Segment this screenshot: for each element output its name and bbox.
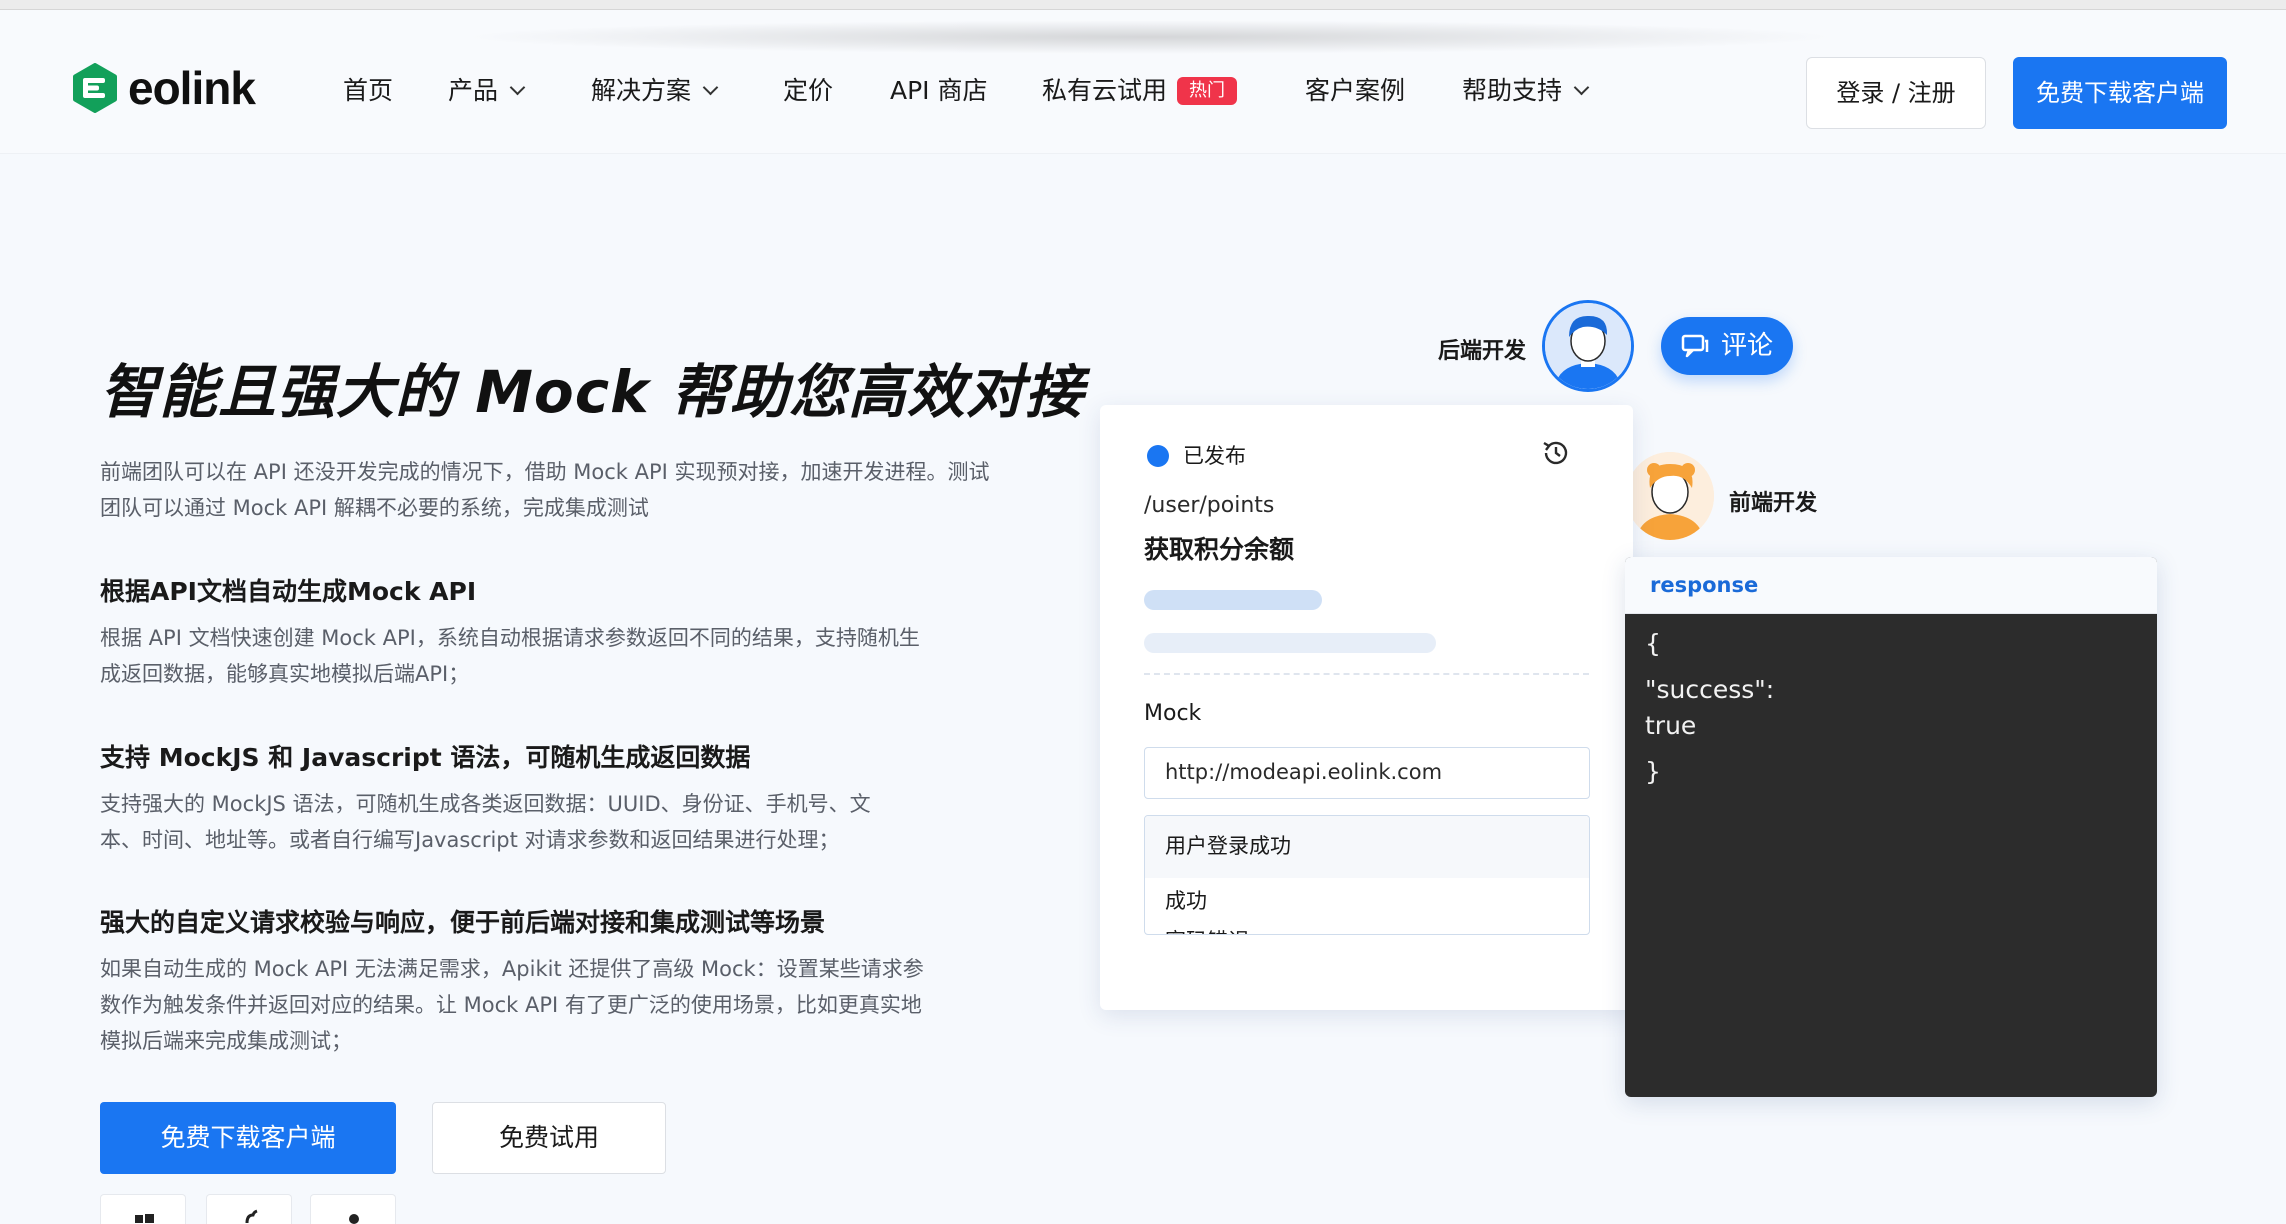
nav-home[interactable]: 首页 <box>343 66 393 116</box>
api-path: /user/points <box>1144 493 1275 518</box>
response-body: { "success": true } <box>1625 614 2157 802</box>
nav-api-store-label: API 商店 <box>890 76 988 105</box>
nav-private-cloud-label: 私有云试用 <box>1042 76 1168 105</box>
code-line: true <box>1645 711 1697 740</box>
api-name: 获取积分余额 <box>1144 535 1295 564</box>
code-line: "success": <box>1645 675 1775 704</box>
response-header: response <box>1625 557 2157 614</box>
mock-label: Mock <box>1144 701 1202 726</box>
hero-title: 智能且强大的 Mock 帮助您高效对接 <box>100 358 1084 426</box>
feature-desc-1: 根据 API 文档快速创建 Mock API，系统自动根据请求参数返回不同的结果… <box>100 626 920 686</box>
api-card: 已发布 /user/points 获取积分余额 Mock http://mode… <box>1100 405 1633 1010</box>
status-dot <box>1147 445 1169 467</box>
backend-avatar <box>1542 300 1634 392</box>
frontend-avatar <box>1626 452 1714 540</box>
status-text: 已发布 <box>1183 444 1246 468</box>
browser-top-edge <box>0 0 2286 10</box>
comment-label: 评论 <box>1720 331 1773 361</box>
download-client-button[interactable]: 免费下载客户端 <box>2013 57 2227 129</box>
nav-cases-label: 客户案例 <box>1305 76 1406 105</box>
code-line: { <box>1645 629 1661 658</box>
placeholder-bar <box>1144 590 1322 610</box>
site-header: eolink 首页 产品 解决方案 定价 API 商店 私有云试用 热门 客户案例… <box>0 10 2286 154</box>
divider <box>1144 673 1589 675</box>
nav-cases[interactable]: 客户案例 <box>1305 66 1405 116</box>
nav-help-label: 帮助支持 <box>1462 76 1563 105</box>
mock-option-success[interactable]: 成功 <box>1145 878 1589 924</box>
mock-option-password-error[interactable]: 密码错误 <box>1145 924 1589 934</box>
nav-products[interactable]: 产品 <box>448 66 526 116</box>
nav-pricing[interactable]: 定价 <box>783 66 833 116</box>
header-shadow <box>460 20 1840 54</box>
chevron-down-icon <box>1573 79 1590 96</box>
nav-pricing-label: 定价 <box>783 76 834 105</box>
cta-free-trial-button[interactable]: 免费试用 <box>432 1102 666 1174</box>
eolink-logo-icon <box>70 63 120 113</box>
nav-api-store[interactable]: API 商店 <box>890 66 988 116</box>
frontend-dev-label: 前端开发 <box>1729 491 1818 516</box>
comment-button[interactable]: 评论 <box>1661 317 1793 375</box>
placeholder-bar <box>1144 633 1436 653</box>
mock-url-field[interactable]: http://modeapi.eolink.com <box>1144 747 1590 799</box>
nav-products-label: 产品 <box>448 76 499 105</box>
nav-solutions[interactable]: 解决方案 <box>591 66 719 116</box>
feature-title-3: 强大的自定义请求校验与响应，便于前后端对接和集成测试等场景 <box>100 908 826 937</box>
logo-text: eolink <box>128 62 256 114</box>
mock-options-list: 用户登录成功 成功 密码错误 <box>1144 815 1590 935</box>
mock-option-user-login[interactable]: 用户登录成功 <box>1145 816 1589 878</box>
linux-icon[interactable] <box>310 1194 396 1224</box>
hot-badge: 热门 <box>1177 77 1238 105</box>
nav-home-label: 首页 <box>343 76 394 105</box>
history-icon[interactable] <box>1540 437 1572 473</box>
nav-help[interactable]: 帮助支持 <box>1462 66 1590 116</box>
response-panel: response { "success": true } <box>1625 557 2157 1097</box>
windows-icon[interactable] <box>100 1194 186 1224</box>
apple-icon[interactable] <box>206 1194 292 1224</box>
chevron-down-icon <box>509 79 526 96</box>
cta-download-button[interactable]: 免费下载客户端 <box>100 1102 396 1174</box>
feature-desc-2: 支持强大的 MockJS 语法，可随机生成各类返回数据：UUID、身份证、手机号… <box>100 792 871 852</box>
comment-icon <box>1681 334 1709 358</box>
nav-private-cloud[interactable]: 私有云试用 热门 <box>1042 66 1238 116</box>
chevron-down-icon <box>702 79 719 96</box>
backend-dev-label: 后端开发 <box>1438 339 1527 364</box>
hero-intro: 前端团队可以在 API 还没开发完成的情况下，借助 Mock API 实现预对接… <box>100 460 990 520</box>
feature-title-2: 支持 MockJS 和 Javascript 语法，可随机生成返回数据 <box>100 743 751 772</box>
code-line: } <box>1645 757 1661 786</box>
login-register-button[interactable]: 登录 / 注册 <box>1806 57 1986 129</box>
feature-desc-3: 如果自动生成的 Mock API 无法满足需求，Apikit 还提供了高级 Mo… <box>100 957 924 1053</box>
feature-title-1: 根据API文档自动生成Mock API <box>100 577 477 606</box>
eolink-logo[interactable]: eolink <box>70 60 256 116</box>
nav-solutions-label: 解决方案 <box>591 76 692 105</box>
